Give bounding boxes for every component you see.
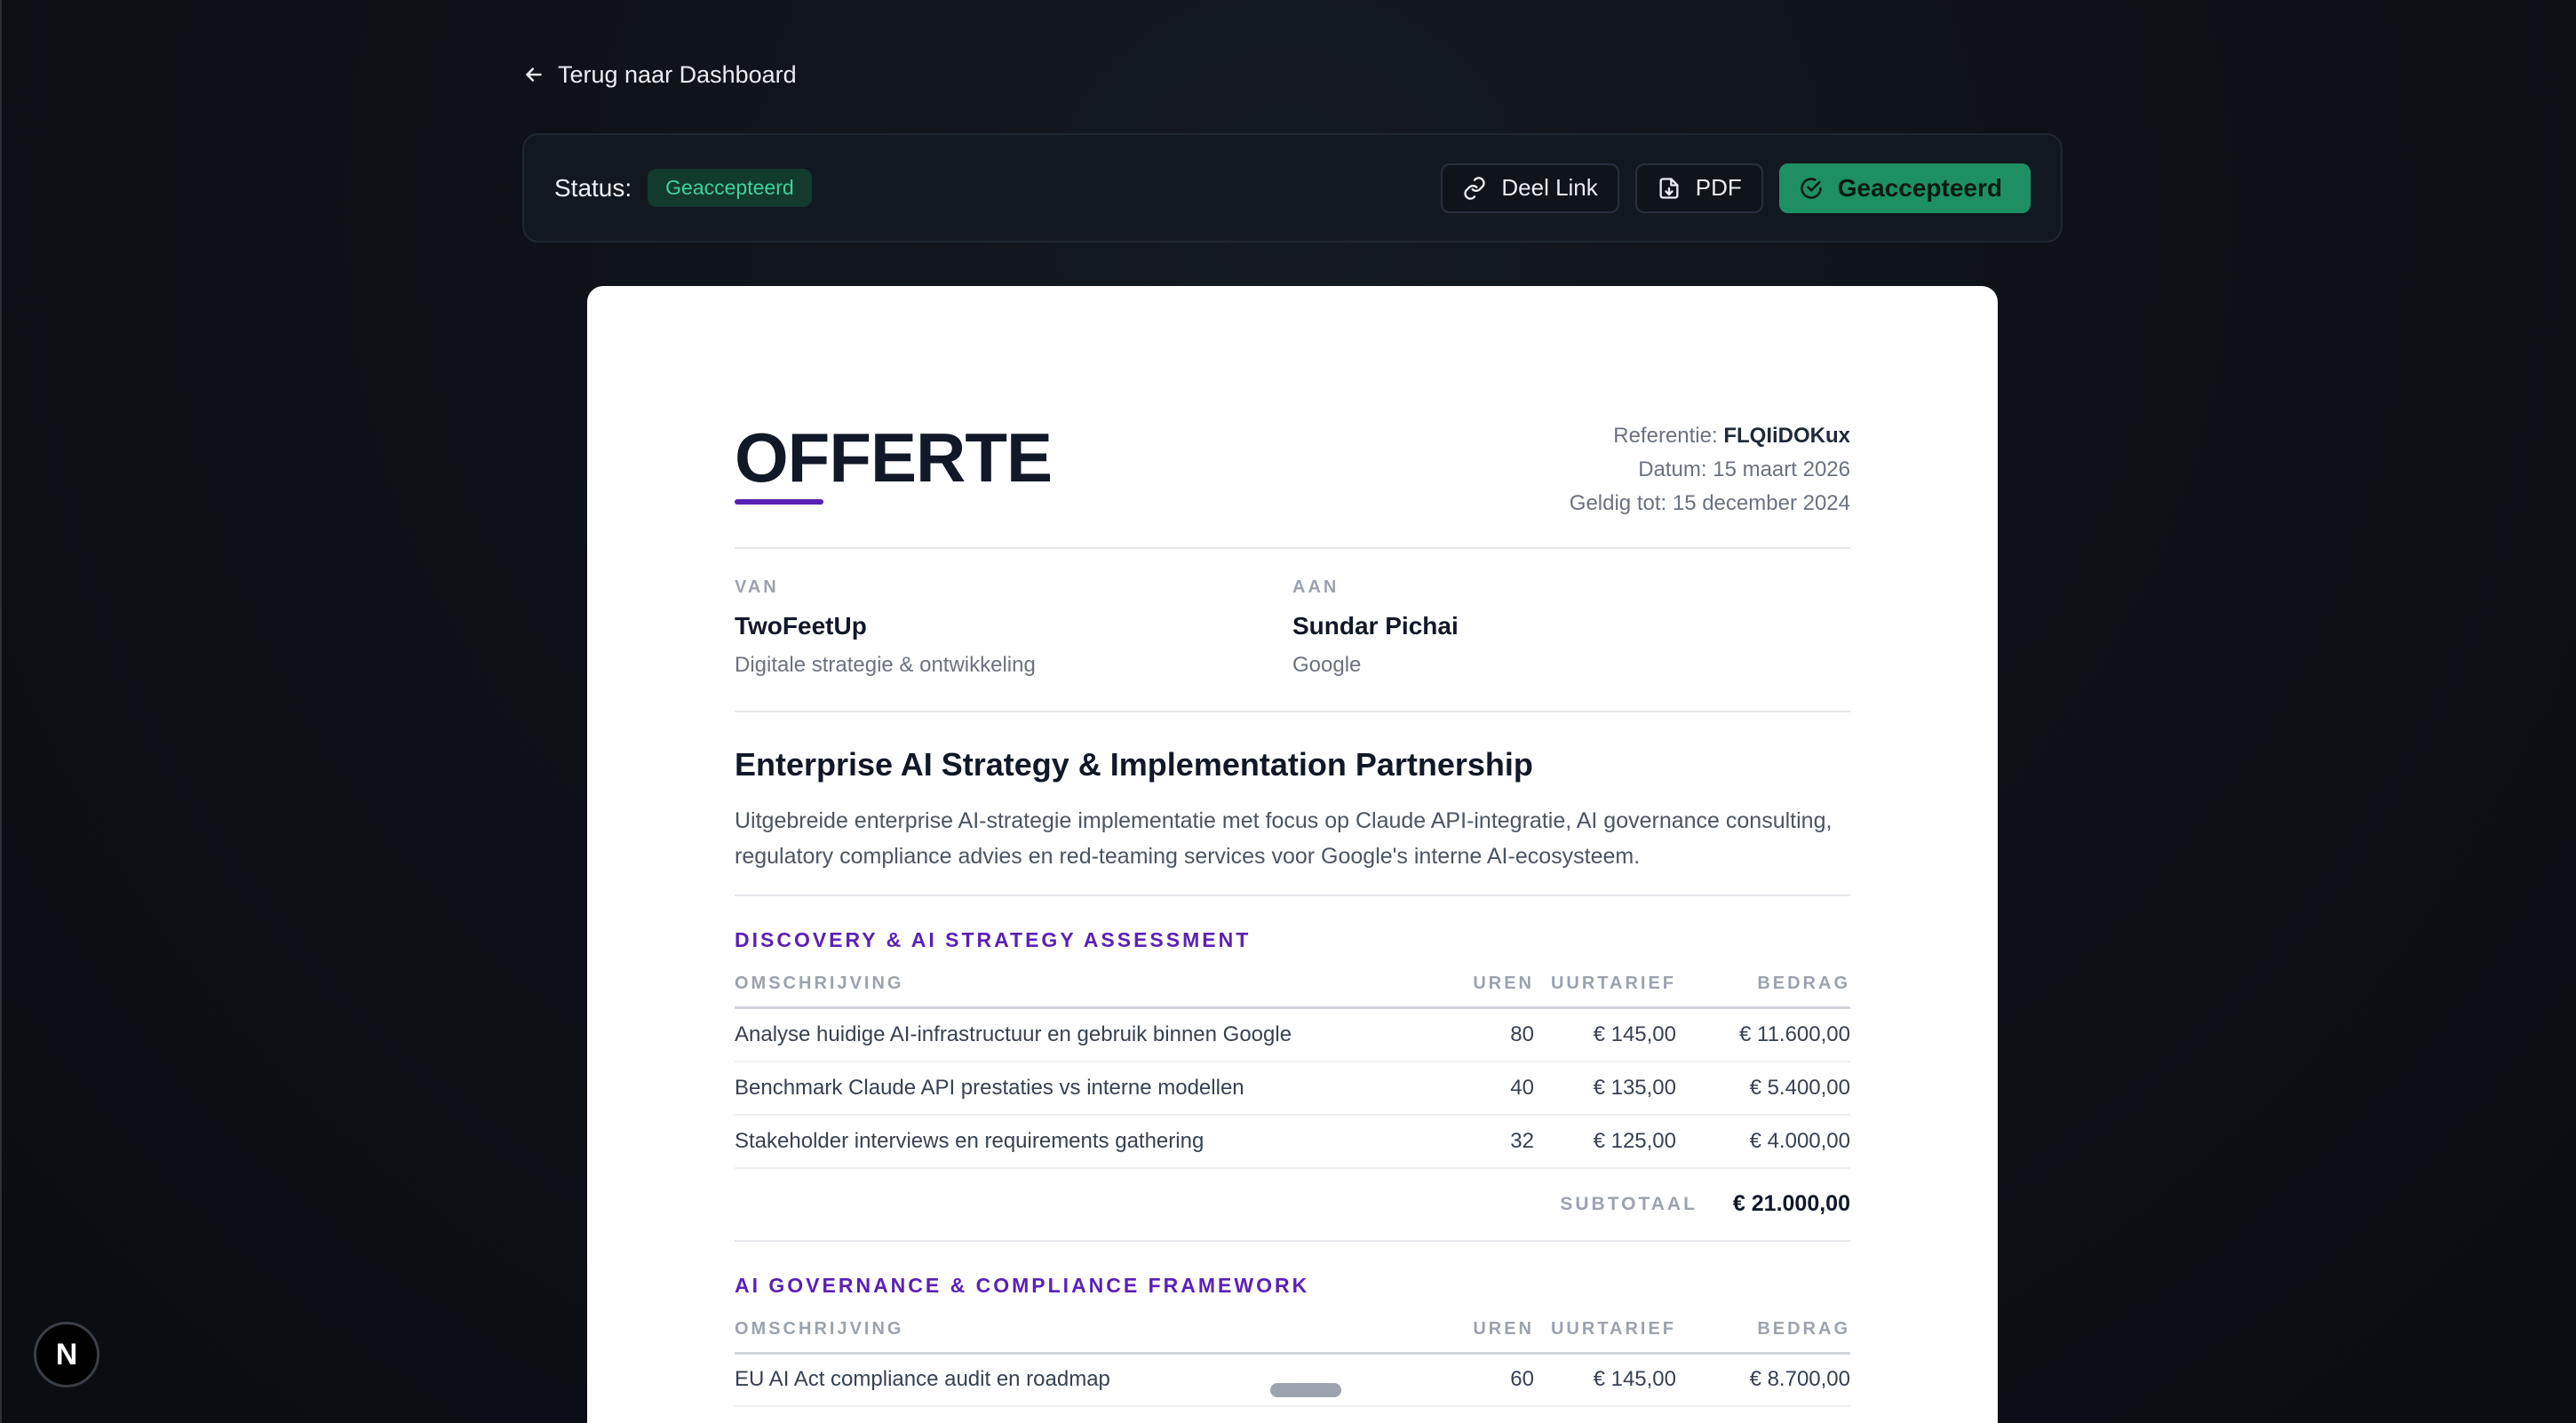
col-hours: UREN bbox=[1463, 974, 1534, 1009]
row-hours: 60 bbox=[1463, 1353, 1534, 1407]
title-underline bbox=[735, 499, 823, 505]
subtotal-row: SUBTOTAAL € 21.000,00 bbox=[735, 1169, 1850, 1242]
row-rate: € 135,00 bbox=[1534, 1061, 1676, 1116]
line-items-table: OMSCHRIJVING UREN UURTARIEF BEDRAG Analy… bbox=[735, 974, 1850, 1169]
accepted-button[interactable]: Geaccepteerd bbox=[1778, 163, 2031, 213]
row-rate: € 125,00 bbox=[1534, 1114, 1676, 1169]
row-hours: 40 bbox=[1463, 1061, 1534, 1116]
row-description: EU AI Act compliance audit en roadmap bbox=[735, 1353, 1463, 1407]
share-link-label: Deel Link bbox=[1501, 174, 1598, 201]
pdf-download-button[interactable]: PDF bbox=[1634, 163, 1763, 213]
row-amount: € 11.600,00 bbox=[1676, 1007, 1850, 1062]
quote-toolbar: Status: Geaccepteerd Deel Link PDF Geacc… bbox=[522, 133, 2063, 242]
from-name: TwoFeetUp bbox=[735, 612, 867, 640]
back-to-dashboard-link[interactable]: Terug naar Dashboard bbox=[522, 57, 797, 92]
project-title: Enterprise AI Strategy & Implementation … bbox=[735, 746, 1533, 783]
party-to: AAN Sundar Pichai Google bbox=[1292, 577, 1850, 711]
quote-header: OFFERTE Referentie: FLQIiDOKux Datum: 15… bbox=[735, 286, 1850, 549]
link-icon bbox=[1464, 176, 1486, 200]
status-badge: Geaccepteerd bbox=[648, 169, 812, 207]
to-subtitle: Google bbox=[1292, 653, 1362, 677]
parties: VAN TwoFeetUp Digitale strategie & ontwi… bbox=[735, 549, 1850, 712]
subtotal-value: € 21.000,00 bbox=[1732, 1191, 1850, 1216]
col-description: OMSCHRIJVING bbox=[735, 974, 1463, 1009]
table-row: Benchmark Claude API prestaties vs inter… bbox=[735, 1061, 1850, 1116]
back-link-label: Terug naar Dashboard bbox=[558, 60, 797, 88]
row-amount: € 5.400,00 bbox=[1676, 1061, 1850, 1116]
row-rate: € 145,00 bbox=[1534, 1353, 1676, 1407]
toolbar-actions: Deel Link PDF Geaccepteerd bbox=[1441, 163, 2031, 213]
scroll-indicator[interactable] bbox=[1270, 1383, 1341, 1397]
row-amount: € 8.700,00 bbox=[1676, 1353, 1850, 1407]
col-amount: BEDRAG bbox=[1676, 1318, 1850, 1355]
table-row: Analyse huidige AI-infrastructuur en geb… bbox=[735, 1007, 1850, 1062]
project-description: Uitgebreide enterprise AI-strategie impl… bbox=[735, 808, 1833, 869]
share-link-button[interactable]: Deel Link bbox=[1441, 163, 1619, 213]
row-hours: 32 bbox=[1463, 1114, 1534, 1169]
col-amount: BEDRAG bbox=[1676, 974, 1850, 1009]
section-title: AI GOVERNANCE & COMPLIANCE FRAMEWORK bbox=[735, 1273, 1310, 1297]
reference-line: Referentie: FLQIiDOKux bbox=[1570, 419, 1850, 453]
file-download-icon bbox=[1659, 177, 1679, 199]
from-label: VAN bbox=[735, 577, 779, 597]
col-rate: UURTARIEF bbox=[1534, 974, 1676, 1009]
row-rate: € 145,00 bbox=[1534, 1007, 1676, 1062]
project-summary: Enterprise AI Strategy & Implementation … bbox=[735, 712, 1850, 896]
row-description: Stakeholder interviews en requirements g… bbox=[735, 1114, 1463, 1169]
pdf-label: PDF bbox=[1695, 174, 1742, 201]
to-name: Sundar Pichai bbox=[1292, 612, 1459, 640]
quote-document: OFFERTE Referentie: FLQIiDOKux Datum: 15… bbox=[587, 286, 1998, 1423]
to-label: AAN bbox=[1292, 577, 1340, 597]
subtotal-label: SUBTOTAAL bbox=[1560, 1193, 1697, 1214]
quote-valid-until: Geldig tot: 15 december 2024 bbox=[1569, 491, 1850, 515]
quote-title: OFFERTE bbox=[735, 418, 1053, 497]
status-label: Status: bbox=[554, 173, 632, 202]
from-subtitle: Digitale strategie & ontwikkeling bbox=[735, 653, 1036, 677]
col-rate: UURTARIEF bbox=[1534, 1318, 1676, 1355]
quote-date: Datum: 15 maart 2026 bbox=[1638, 457, 1850, 481]
row-description: Analyse huidige AI-infrastructuur en geb… bbox=[735, 1007, 1463, 1062]
arrow-left-icon bbox=[526, 68, 542, 82]
dev-tools-badge[interactable]: N bbox=[34, 1322, 99, 1387]
section-discovery: DISCOVERY & AI STRATEGY ASSESSMENT OMSCH… bbox=[735, 896, 1850, 1242]
quote-meta: Referentie: FLQIiDOKux Datum: 15 maart 2… bbox=[1570, 419, 1850, 521]
row-description: Benchmark Claude API prestaties vs inter… bbox=[735, 1061, 1463, 1116]
table-row: Stakeholder interviews en requirements g… bbox=[735, 1114, 1850, 1169]
accepted-label: Geaccepteerd bbox=[1837, 173, 2002, 202]
col-hours: UREN bbox=[1463, 1318, 1534, 1355]
party-from: VAN TwoFeetUp Digitale strategie & ontwi… bbox=[735, 577, 1292, 711]
reference-value: FLQIiDOKux bbox=[1723, 424, 1850, 448]
row-hours: 80 bbox=[1463, 1007, 1534, 1062]
row-amount: € 4.000,00 bbox=[1676, 1114, 1850, 1169]
col-description: OMSCHRIJVING bbox=[735, 1318, 1463, 1355]
section-title: DISCOVERY & AI STRATEGY ASSESSMENT bbox=[735, 928, 1252, 951]
reference-label: Referentie: bbox=[1613, 424, 1718, 448]
check-circle-icon bbox=[1801, 177, 1822, 199]
dev-badge-letter: N bbox=[55, 1337, 78, 1371]
table-row: EU AI Act compliance audit en roadmap 60… bbox=[735, 1353, 1850, 1407]
